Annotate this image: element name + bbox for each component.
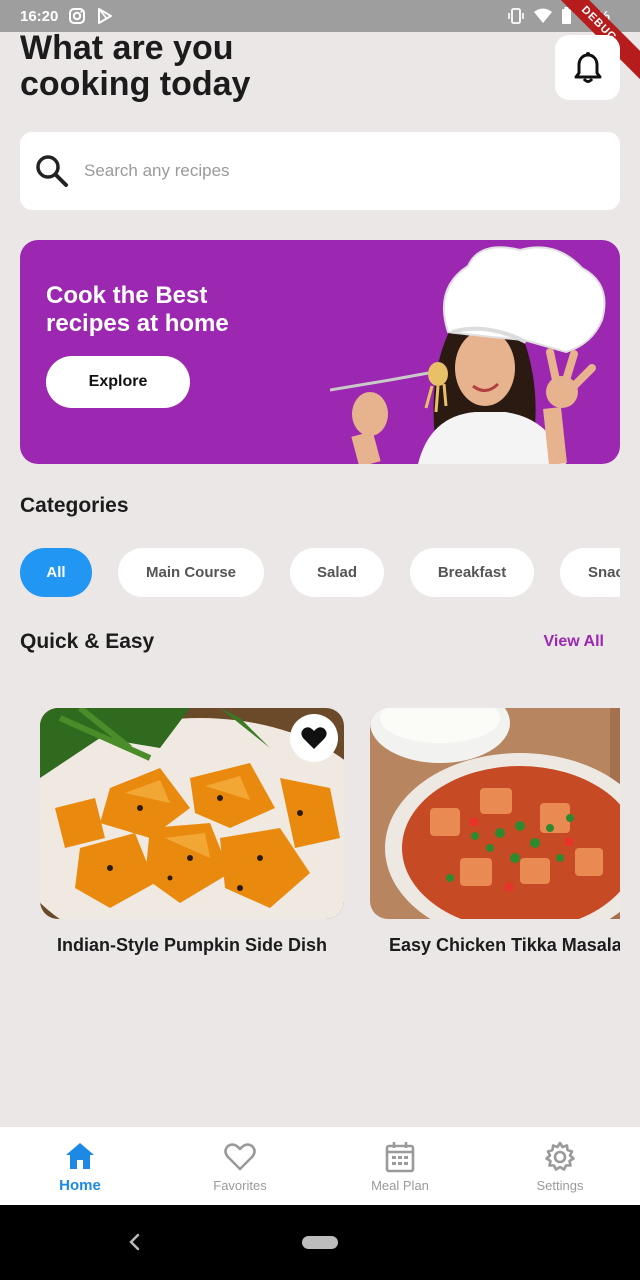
- chip-main-course[interactable]: Main Course: [118, 548, 264, 597]
- chip-salad[interactable]: Salad: [290, 548, 384, 597]
- chip-all[interactable]: All: [20, 548, 92, 597]
- nav-meal-plan-label: Meal Plan: [371, 1177, 429, 1193]
- page-title: What are you cooking today: [20, 29, 251, 103]
- recipe-card[interactable]: Indian-Style Pumpkin Side Dish: [40, 708, 344, 956]
- recipe-photo-pumpkin: [40, 708, 344, 919]
- recipe-photo-tikka: [370, 708, 620, 919]
- back-icon[interactable]: [126, 1233, 144, 1251]
- nav-settings[interactable]: Settings: [480, 1127, 640, 1205]
- calendar-icon: [385, 1141, 415, 1172]
- recipe-title: Indian-Style Pumpkin Side Dish: [56, 935, 328, 955]
- nav-favorites[interactable]: Favorites: [160, 1127, 320, 1205]
- explore-button[interactable]: Explore: [46, 356, 190, 408]
- heart-filled-icon: [301, 727, 327, 749]
- search-input[interactable]: [84, 161, 564, 181]
- banner-title: Cook the Best recipes at home: [46, 282, 229, 337]
- wifi-icon: [533, 8, 552, 23]
- app-screen: 16:20 78% DEBUG What are you: [0, 0, 640, 1280]
- nav-favorites-label: Favorites: [213, 1177, 267, 1193]
- status-time: 16:20: [20, 7, 59, 25]
- nav-home-label: Home: [59, 1176, 101, 1194]
- chef-illustration: [330, 246, 606, 464]
- nav-meal-plan[interactable]: Meal Plan: [320, 1127, 480, 1205]
- gear-icon: [545, 1141, 575, 1171]
- search-bar[interactable]: [20, 132, 620, 210]
- nav-home[interactable]: Home: [0, 1127, 160, 1205]
- home-gesture-pill[interactable]: [302, 1236, 338, 1249]
- recipe-card[interactable]: Easy Chicken Tikka Masala: [370, 708, 620, 956]
- category-chips: All Main Course Salad Breakfast Snacks: [20, 548, 620, 598]
- tikka-masala-image: [370, 708, 620, 919]
- view-all-link[interactable]: View All: [544, 633, 604, 651]
- quick-easy-heading: Quick & Easy: [20, 630, 155, 653]
- instagram-icon: [69, 8, 86, 24]
- bottom-navigation: Home Favorites Meal Plan Settings: [0, 1127, 640, 1205]
- status-bar: 16:20 78% DEBUG: [0, 0, 640, 85]
- favorite-button[interactable]: [290, 714, 338, 762]
- heart-icon: [224, 1142, 256, 1170]
- nav-settings-label: Settings: [536, 1177, 584, 1193]
- recipe-title: Easy Chicken Tikka Masala: [389, 935, 620, 955]
- home-icon: [66, 1142, 94, 1169]
- system-navigation-bar: [0, 1205, 640, 1280]
- notifications-button[interactable]: [555, 35, 620, 100]
- recipe-carousel: Indian-Style Pumpkin Side Dish Easy Chic…: [0, 708, 620, 978]
- vibrate-icon: [508, 8, 524, 24]
- play-store-icon: [98, 8, 113, 24]
- chip-snacks[interactable]: Snacks: [560, 548, 620, 597]
- chip-breakfast[interactable]: Breakfast: [410, 548, 534, 597]
- bell-icon: [574, 51, 601, 83]
- categories-heading: Categories: [20, 494, 129, 517]
- search-icon: [36, 155, 68, 187]
- promo-banner: Cook the Best recipes at home Explore: [20, 240, 620, 464]
